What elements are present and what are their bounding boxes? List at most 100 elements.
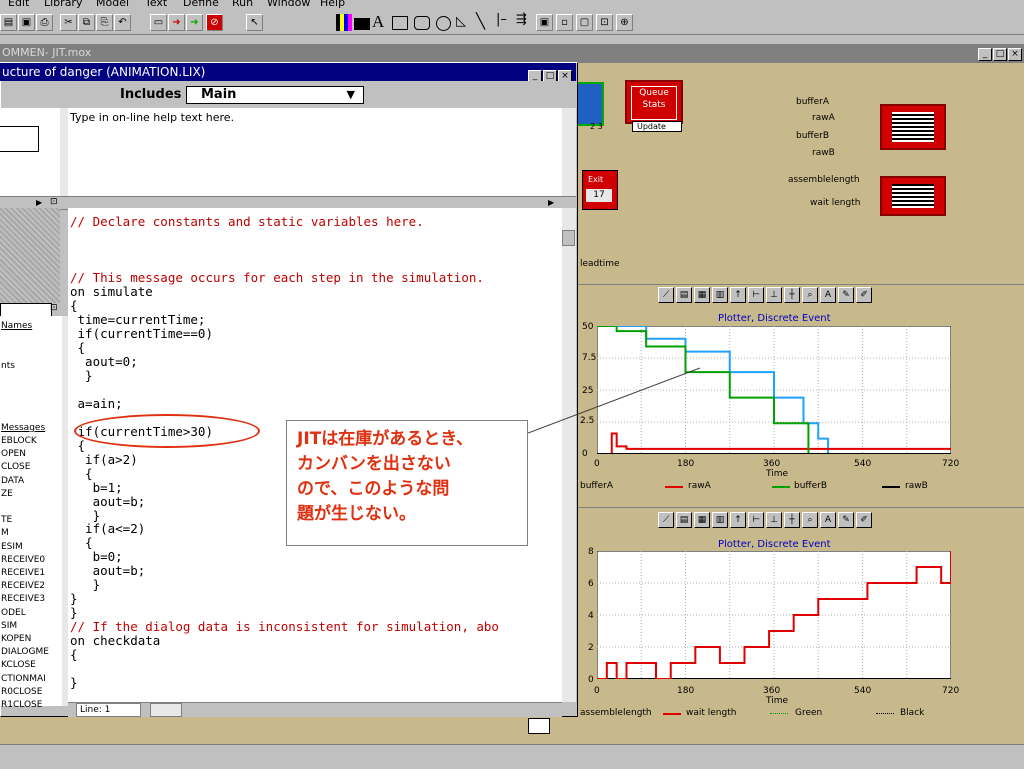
message-list-item[interactable]: DIALOGME bbox=[1, 647, 49, 657]
messages-link[interactable]: Messages bbox=[1, 423, 45, 433]
plot-trace-icon[interactable]: ⟋ bbox=[658, 287, 674, 303]
menu-help[interactable]: Help bbox=[320, 0, 345, 9]
library-icon[interactable]: ▭ bbox=[150, 14, 167, 31]
pattern-icon[interactable] bbox=[354, 18, 370, 30]
plotter-block-top[interactable] bbox=[880, 104, 946, 150]
queue-block[interactable] bbox=[574, 82, 604, 126]
oval-tool-icon[interactable] bbox=[436, 16, 451, 31]
message-list-item[interactable]: CTIONMAI bbox=[1, 674, 46, 684]
plot-table-icon[interactable]: ▦ bbox=[694, 287, 710, 303]
message-list-item[interactable]: ESIM bbox=[1, 542, 23, 552]
paste-icon[interactable]: ⎘ bbox=[96, 14, 113, 31]
plot-zoom-icon[interactable]: ⌕ bbox=[802, 287, 818, 303]
message-list-item[interactable]: RECEIVE2 bbox=[1, 581, 45, 591]
menu-library[interactable]: Library bbox=[44, 0, 82, 9]
scroll-right-arrow2-icon[interactable]: ▶ bbox=[548, 198, 554, 207]
plot2-table-icon[interactable]: ▦ bbox=[694, 512, 710, 528]
update-button[interactable]: Update bbox=[632, 121, 682, 132]
message-list-item[interactable]: R0CLOSE bbox=[1, 687, 42, 697]
step-icon[interactable]: ➜ bbox=[186, 14, 203, 31]
split-pane-icon[interactable]: ⊡ bbox=[50, 197, 58, 207]
target-icon[interactable]: ⊕ bbox=[616, 14, 633, 31]
left-top-scrollbar[interactable] bbox=[60, 108, 68, 198]
undo-icon[interactable]: ↶ bbox=[114, 14, 131, 31]
block-icon[interactable]: ▢ bbox=[576, 14, 593, 31]
message-list-item[interactable]: RECEIVE3 bbox=[1, 594, 45, 604]
plot2-zoom-icon[interactable]: ⌕ bbox=[802, 512, 818, 528]
message-list-item[interactable]: KOPEN bbox=[1, 634, 31, 644]
plot2-both-axis-icon[interactable]: ┼ bbox=[784, 512, 800, 528]
message-list-item[interactable]: ZE bbox=[1, 489, 13, 499]
plot2-pin-icon[interactable]: ↑ bbox=[730, 512, 746, 528]
plot-pin-icon[interactable]: ↑ bbox=[730, 287, 746, 303]
connector-tool-icon[interactable]: |– bbox=[496, 12, 507, 27]
rectangle-tool-icon[interactable] bbox=[392, 16, 408, 30]
dialog-close-button[interactable]: × bbox=[558, 70, 572, 81]
notebook-icon[interactable]: ⊡ bbox=[596, 14, 613, 31]
message-list-item[interactable]: R1CLOSE bbox=[1, 700, 42, 710]
plot-text-icon[interactable]: A bbox=[820, 287, 836, 303]
exit-block[interactable]: Exit 17 bbox=[582, 170, 618, 210]
message-list-item[interactable]: ODEL bbox=[1, 608, 26, 618]
copy-icon[interactable]: ⧉ bbox=[78, 14, 95, 31]
message-list-item[interactable]: RECEIVE0 bbox=[1, 555, 45, 565]
message-list-item[interactable]: RECEIVE1 bbox=[1, 568, 45, 578]
hierarchy-tool-icon[interactable]: ⇶ bbox=[516, 12, 527, 27]
message-list-item[interactable]: OPEN bbox=[1, 449, 26, 459]
resize-corner-icon[interactable] bbox=[528, 718, 550, 734]
scroll-thumb[interactable] bbox=[562, 230, 575, 246]
includes-select[interactable]: Main ▼ bbox=[186, 86, 364, 104]
message-list-item[interactable]: TE bbox=[1, 515, 12, 525]
horizontal-scrollbar[interactable] bbox=[150, 703, 182, 717]
save-icon[interactable]: ▣ bbox=[18, 14, 35, 31]
message-list-pane[interactable]: Names nts Messages EBLOCK OPEN CLOSE DATA ZE… bbox=[0, 316, 62, 710]
plotter-block-bottom[interactable] bbox=[880, 176, 946, 216]
rounded-rect-tool-icon[interactable] bbox=[414, 16, 430, 30]
text-tool-icon[interactable]: A bbox=[372, 12, 384, 32]
message-list-item[interactable]: EBLOCK bbox=[1, 436, 37, 446]
help-scrollbar[interactable] bbox=[562, 108, 576, 196]
plot2-xaxis-icon[interactable]: ⊢ bbox=[748, 512, 764, 528]
message-list-item[interactable]: CLOSE bbox=[1, 462, 30, 472]
menu-run[interactable]: Run bbox=[232, 0, 253, 9]
plot2-pen-icon[interactable]: ✎ bbox=[838, 512, 854, 528]
help-text-pane[interactable]: Type in on-line help text here. bbox=[68, 108, 562, 196]
plot-pen2-icon[interactable]: ✐ bbox=[856, 287, 872, 303]
maximize-button[interactable]: □ bbox=[993, 48, 1007, 61]
open-icon[interactable]: ▤ bbox=[0, 14, 17, 31]
line-tool-icon[interactable]: ╲ bbox=[476, 12, 485, 30]
close-button[interactable]: × bbox=[1008, 48, 1022, 61]
plot2-line-icon[interactable]: ▤ bbox=[676, 512, 692, 528]
code-scrollbar[interactable] bbox=[562, 208, 576, 702]
names-split-icon[interactable]: ⊡ bbox=[50, 303, 58, 313]
plot-yaxis-icon[interactable]: ⊥ bbox=[766, 287, 782, 303]
plot-grid-icon[interactable]: ▥ bbox=[712, 287, 728, 303]
message-list-item[interactable]: DATA bbox=[1, 476, 24, 486]
message-list-item[interactable]: M bbox=[1, 528, 9, 538]
dialog-minimize-button[interactable]: _ bbox=[528, 70, 542, 81]
cut-icon[interactable]: ✂ bbox=[60, 14, 77, 31]
small-block-icon[interactable]: ▫ bbox=[556, 14, 573, 31]
run-arrow-icon[interactable]: ➜ bbox=[168, 14, 185, 31]
polygon-tool-icon[interactable]: ◺ bbox=[456, 14, 466, 29]
menu-text[interactable]: Text bbox=[145, 0, 167, 9]
message-list-item[interactable]: KCLOSE bbox=[1, 660, 36, 670]
names-link[interactable]: Names bbox=[1, 321, 32, 331]
dialog-maximize-button[interactable]: □ bbox=[543, 70, 557, 81]
queue-stats-block[interactable]: Queue Stats bbox=[625, 80, 683, 124]
menu-window[interactable]: Window bbox=[267, 0, 310, 9]
plot-both-axis-icon[interactable]: ┼ bbox=[784, 287, 800, 303]
pointer-icon[interactable]: ↖ bbox=[246, 14, 263, 31]
plot-xaxis-icon[interactable]: ⊢ bbox=[748, 287, 764, 303]
plot2-yaxis-icon[interactable]: ⊥ bbox=[766, 512, 782, 528]
print-icon[interactable]: ⎙ bbox=[36, 14, 53, 31]
names-field[interactable] bbox=[0, 303, 52, 317]
plot-pen-icon[interactable]: ✎ bbox=[838, 287, 854, 303]
plot2-trace-icon[interactable]: ⟋ bbox=[658, 512, 674, 528]
plot2-pen2-icon[interactable]: ✐ bbox=[856, 512, 872, 528]
stop-icon[interactable]: ⊘ bbox=[206, 14, 223, 31]
plot2-grid-icon[interactable]: ▥ bbox=[712, 512, 728, 528]
menu-model[interactable]: Model bbox=[96, 0, 129, 9]
plot-line-icon[interactable]: ▤ bbox=[676, 287, 692, 303]
color-palette-icon[interactable] bbox=[336, 14, 352, 31]
